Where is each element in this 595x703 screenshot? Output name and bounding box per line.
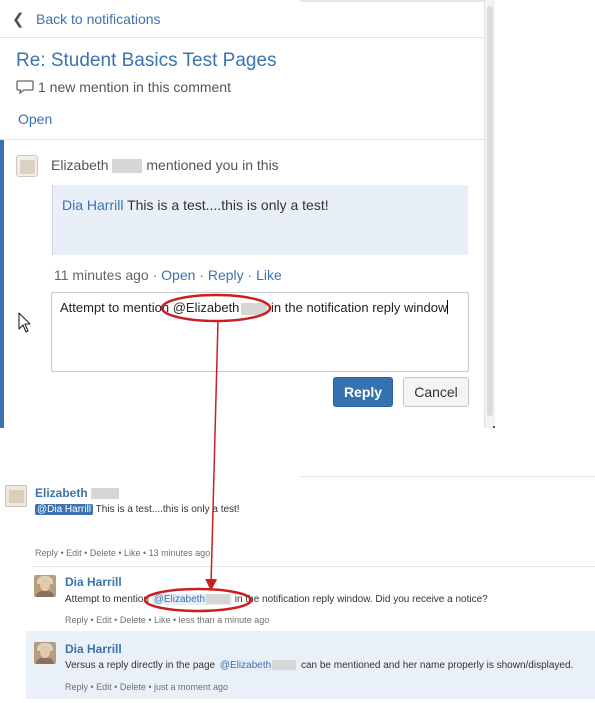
user-mention-link[interactable]: @Elizabeth	[151, 594, 233, 605]
dot	[493, 426, 495, 428]
redacted-surname	[91, 488, 120, 500]
open-comment-link[interactable]: Open	[161, 267, 195, 283]
comment-author[interactable]: Dia Harrill	[65, 575, 122, 589]
avatar[interactable]	[34, 642, 56, 664]
comment-body: Versus a reply directly in the page @Eli…	[65, 660, 574, 671]
like-link[interactable]: Like	[256, 267, 282, 283]
selected-accent-bar	[0, 140, 4, 428]
author-name[interactable]: Elizabeth	[51, 157, 109, 173]
text-caret	[447, 300, 449, 314]
avatar[interactable]	[34, 575, 56, 597]
action-text: mentioned you in this	[146, 157, 279, 173]
comment-body: @Dia Harrill This is a test....this is o…	[35, 504, 240, 515]
comment-body: Attempt to mention @Elizabeth in the not…	[65, 594, 488, 605]
scrollbar-thumb[interactable]	[487, 6, 493, 416]
comment-divider	[32, 566, 595, 567]
redacted-surname	[272, 660, 297, 671]
page-divider	[300, 476, 595, 477]
avatar[interactable]	[16, 155, 38, 177]
cancel-button[interactable]: Cancel	[403, 377, 469, 407]
user-mention-link[interactable]: @Elizabeth	[217, 660, 299, 671]
comment-author[interactable]: Elizabeth	[35, 486, 120, 500]
chevron-left-icon[interactable]: ❮	[12, 10, 25, 28]
reply-text-content[interactable]: Attempt to mention @Elizabeth in the not…	[60, 300, 449, 315]
divider	[0, 139, 484, 140]
mention-count: 1 new mention in this comment	[38, 79, 231, 95]
comment-author[interactable]: Dia Harrill	[65, 642, 122, 656]
reply-button[interactable]: Reply	[333, 377, 393, 407]
avatar[interactable]	[5, 485, 27, 507]
comment-actions[interactable]: Reply • Edit • Delete • just a moment ag…	[65, 682, 228, 692]
comment-actions[interactable]: Reply • Edit • Delete • Like • 13 minute…	[35, 548, 210, 558]
typed-mention: @Elizabeth	[172, 300, 240, 315]
comment-actions[interactable]: Reply • Edit • Delete • Like • less than…	[65, 615, 269, 625]
speech-bubble-icon	[16, 80, 34, 95]
back-to-notifications-link[interactable]: Back to notifications	[36, 11, 161, 27]
reply-link[interactable]: Reply	[208, 267, 244, 283]
quoted-comment-box	[52, 185, 468, 255]
panel-scrollbar[interactable]	[484, 0, 495, 428]
redacted-surname	[112, 159, 143, 174]
quoted-comment-text: Dia Harrill This is a test....this is on…	[62, 197, 329, 213]
user-mention-link[interactable]: Dia Harrill	[62, 197, 123, 213]
mouse-cursor-icon	[18, 312, 31, 333]
notification-author-line: Elizabeth mentioned you in this	[51, 157, 279, 174]
timestamp: 11 minutes ago	[54, 267, 149, 283]
notification-meta-row: 11 minutes ago · Open · Reply · Like	[54, 267, 282, 283]
redacted-surname	[206, 594, 231, 605]
redacted-surname	[241, 302, 268, 315]
notification-title[interactable]: Re: Student Basics Test Pages	[16, 50, 277, 72]
open-link[interactable]: Open	[18, 111, 52, 127]
user-mention-link[interactable]: @Dia Harrill	[35, 504, 94, 515]
